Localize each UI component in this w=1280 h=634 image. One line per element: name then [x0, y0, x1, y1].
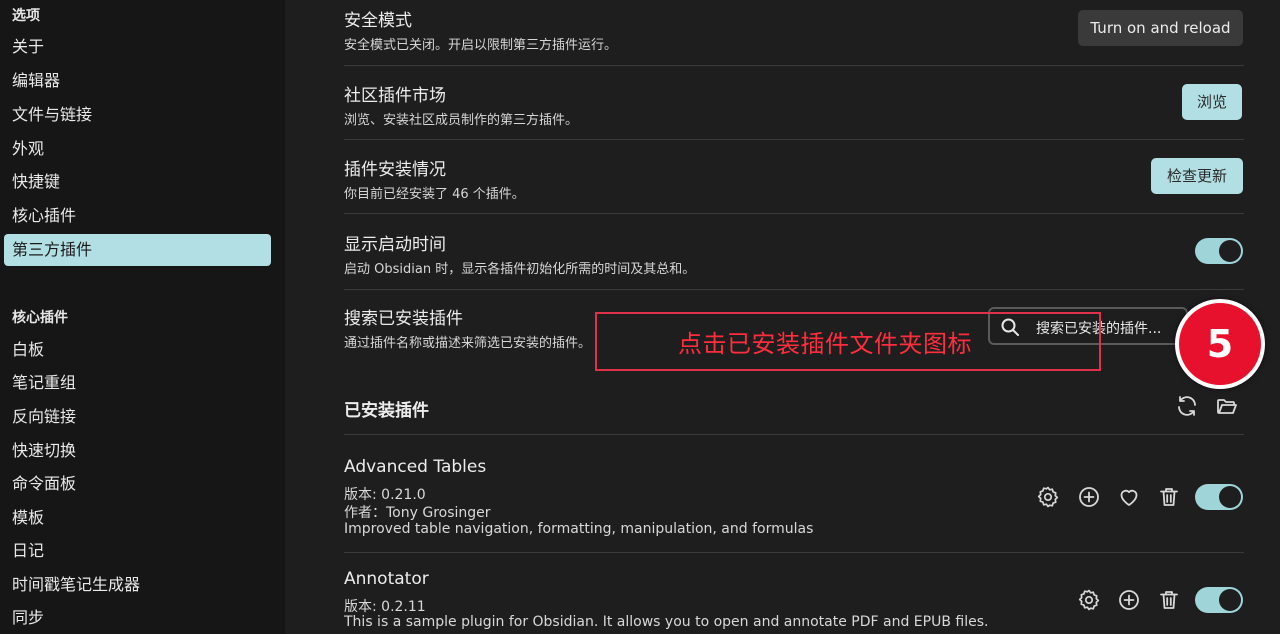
- sidebar-item-canvas[interactable]: 白板: [4, 334, 271, 366]
- safe-mode-reload-button[interactable]: Turn on and reload: [1078, 10, 1243, 46]
- plugin-author: 作者：Tony Grosinger: [344, 505, 491, 521]
- setting-desc: 启动 Obsidian 时，显示各插件初始化所需的时间及其总和。: [344, 262, 696, 277]
- divider: [344, 434, 1244, 435]
- sidebar-item-hotkeys[interactable]: 快捷键: [4, 166, 271, 198]
- browse-button[interactable]: 浏览: [1182, 84, 1242, 120]
- sidebar-item-quick-switcher[interactable]: 快速切换: [4, 435, 271, 467]
- setting-name: 社区插件市场: [344, 86, 446, 106]
- setting-name: 安全模式: [344, 11, 412, 31]
- toggle-knob: [1219, 486, 1241, 508]
- sidebar-item-about[interactable]: 关于: [4, 31, 271, 63]
- plugin-name: Advanced Tables: [344, 457, 487, 477]
- divider: [344, 65, 1244, 66]
- plugin-version: 版本: 0.2.11: [344, 599, 426, 615]
- add-hotkey-icon[interactable]: [1077, 485, 1101, 509]
- setting-desc: 安全模式已关闭。开启以限制第三方插件运行。: [344, 38, 618, 53]
- sidebar-heading-core-plugins: 核心插件: [12, 310, 68, 326]
- reload-icon[interactable]: [1175, 394, 1199, 418]
- setting-name: 显示启动时间: [344, 235, 446, 255]
- sidebar-item-daily-notes[interactable]: 日记: [4, 535, 271, 567]
- divider: [344, 213, 1244, 214]
- settings-sidebar: 选项 关于 编辑器 文件与链接 外观 快捷键 核心插件 第三方插件 核心插件 白…: [0, 0, 285, 634]
- plugin-description: Improved table navigation, formatting, m…: [344, 521, 814, 537]
- sidebar-heading-options: 选项: [12, 8, 40, 24]
- divider: [344, 139, 1244, 140]
- sidebar-item-backlinks[interactable]: 反向链接: [4, 401, 271, 433]
- trash-icon[interactable]: [1157, 485, 1181, 509]
- sidebar-item-unique-note-creator[interactable]: 时间戳笔记生成器: [4, 569, 271, 601]
- setting-name: 插件安装情况: [344, 160, 446, 180]
- trash-icon[interactable]: [1157, 588, 1181, 612]
- plugin-enable-toggle[interactable]: [1195, 484, 1243, 510]
- sidebar-item-community-plugins[interactable]: 第三方插件: [4, 234, 271, 266]
- divider: [344, 289, 1244, 290]
- gear-icon[interactable]: [1036, 485, 1060, 509]
- add-hotkey-icon[interactable]: [1117, 588, 1141, 612]
- gear-icon[interactable]: [1077, 588, 1101, 612]
- setting-name: 搜索已安装插件: [344, 309, 463, 329]
- sidebar-item-note-composer[interactable]: 笔记重组: [4, 367, 271, 399]
- plugin-name: Annotator: [344, 569, 429, 589]
- heart-icon[interactable]: [1117, 485, 1141, 509]
- toggle-knob: [1219, 589, 1241, 611]
- setting-desc: 通过插件名称或描述来筛选已安装的插件。: [344, 336, 592, 351]
- setting-desc: 你目前已经安装了 46 个插件。: [344, 187, 525, 202]
- sidebar-item-sync[interactable]: 同步: [4, 602, 271, 634]
- startup-time-toggle[interactable]: [1195, 238, 1243, 264]
- sidebar-item-files-links[interactable]: 文件与链接: [4, 99, 271, 131]
- sidebar-item-command-palette[interactable]: 命令面板: [4, 468, 271, 500]
- divider: [344, 552, 1244, 553]
- installed-plugins-heading: 已安装插件: [344, 401, 429, 421]
- check-updates-button[interactable]: 检查更新: [1151, 158, 1243, 194]
- sidebar-item-editor[interactable]: 编辑器: [4, 65, 271, 97]
- sidebar-item-templates[interactable]: 模板: [4, 502, 271, 534]
- plugin-version: 版本: 0.21.0: [344, 487, 426, 503]
- plugin-description: This is a sample plugin for Obsidian. It…: [344, 614, 989, 630]
- plugin-enable-toggle[interactable]: [1195, 587, 1243, 613]
- sidebar-item-appearance[interactable]: 外观: [4, 133, 271, 165]
- annotation-text: 点击已安装插件文件夹图标: [678, 330, 972, 358]
- folder-open-icon[interactable]: [1215, 394, 1239, 418]
- sidebar-item-core-plugins[interactable]: 核心插件: [4, 200, 271, 232]
- setting-desc: 浏览、安装社区成员制作的第三方插件。: [344, 113, 579, 128]
- step-number-badge: 5: [1175, 299, 1265, 389]
- toggle-knob: [1219, 240, 1241, 262]
